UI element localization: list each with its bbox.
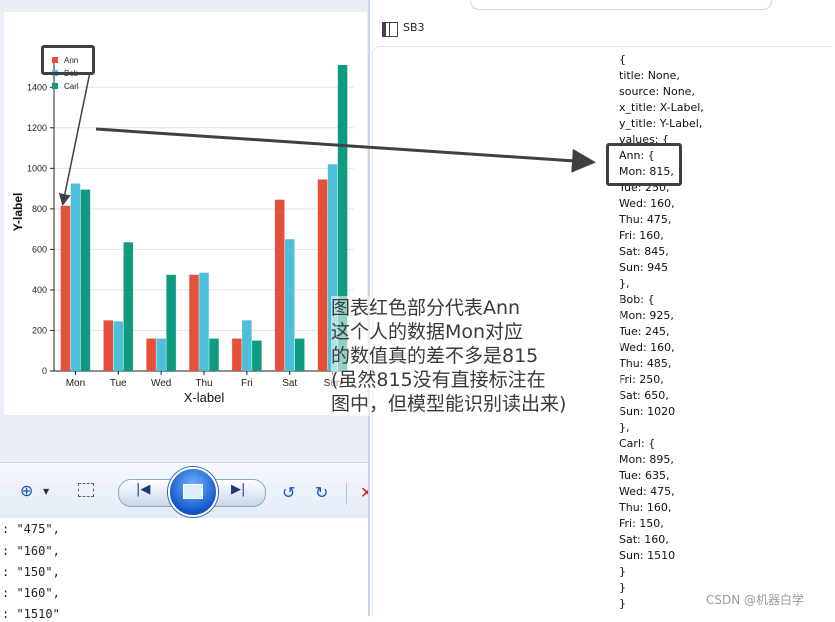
y-tick-label: 0 bbox=[42, 366, 47, 376]
y-tick-label: 800 bbox=[32, 204, 47, 214]
actual-size-icon[interactable] bbox=[78, 483, 94, 497]
editor-line: Bob: { bbox=[619, 293, 655, 306]
code-line: : "475", bbox=[2, 522, 60, 536]
editor-line: }, bbox=[619, 421, 630, 434]
x-tick-label: Tue bbox=[110, 378, 127, 389]
y-tick-label: 400 bbox=[32, 285, 47, 295]
bar-carl-sat bbox=[294, 338, 305, 371]
x-tick-label: Wed bbox=[151, 378, 171, 389]
previous-icon[interactable]: |◀ bbox=[136, 482, 150, 497]
editor-line: x_title: X-Label, bbox=[619, 101, 704, 114]
note-line: (虽然815没有直接标注在 bbox=[331, 369, 546, 391]
image-viewer-pane: 0 200 400 600 800 1000 1200 1400 Mon Tue Wed Thu Fri… bbox=[0, 0, 373, 621]
editor-line: Mon: 925, bbox=[619, 309, 674, 322]
rotate-counterclockwise-icon[interactable]: ↺ bbox=[282, 483, 295, 502]
editor-line: } bbox=[619, 565, 626, 578]
y-tick-label: 200 bbox=[32, 325, 47, 335]
next-icon[interactable]: ▶| bbox=[231, 482, 245, 497]
editor-line: Thu: 485, bbox=[619, 357, 672, 370]
editor-line: Fri: 160, bbox=[619, 229, 664, 242]
x-tick-label: Sat bbox=[282, 378, 297, 389]
bar-bob-sat bbox=[284, 239, 295, 371]
zoom-in-icon[interactable]: ⊕ bbox=[20, 481, 33, 500]
bar-ann-thu bbox=[189, 274, 199, 371]
bar-ann-mon bbox=[60, 205, 71, 371]
code-snippet: : "475", : "160", : "150", : "160", : "1… bbox=[0, 518, 368, 621]
bar-bob-wed bbox=[156, 338, 166, 371]
editor-line: Fri: 150, bbox=[619, 517, 664, 530]
editor-line: Wed: 160, bbox=[619, 341, 675, 354]
y-tick-label: 1200 bbox=[27, 123, 47, 133]
code-line: : "150", bbox=[2, 565, 60, 579]
note-line: 这个人的数据Mon对应 bbox=[331, 321, 524, 343]
editor-line: { bbox=[619, 53, 626, 66]
bar-bob-mon bbox=[70, 183, 81, 371]
rotate-clockwise-icon[interactable]: ↻ bbox=[315, 483, 328, 502]
editor-line: Wed: 475, bbox=[619, 485, 675, 498]
legend-swatch-carl bbox=[52, 83, 58, 89]
y-tick-label: 1000 bbox=[27, 163, 47, 173]
bar-carl-mon bbox=[80, 189, 91, 371]
legend-label-carl: Carl bbox=[64, 82, 79, 91]
slideshow-button[interactable] bbox=[168, 467, 218, 517]
annotation-note: 图表红色部分代表Ann 这个人的数据Mon对应 的数值真的差不多是815 (虽然… bbox=[331, 296, 621, 416]
editor-line: Thu: 160, bbox=[619, 501, 672, 514]
toolbar-separator bbox=[346, 483, 347, 505]
bar-ann-fri bbox=[232, 338, 242, 371]
mon-value-highlight-box bbox=[606, 143, 682, 186]
editor-line: Sat: 650, bbox=[619, 389, 669, 402]
note-line: 图表红色部分代表Ann bbox=[331, 297, 521, 319]
editor-line: Thu: 475, bbox=[619, 213, 672, 226]
x-tick-label: Mon bbox=[66, 378, 85, 389]
y-tick-label: 1400 bbox=[27, 82, 47, 92]
editor-line: }, bbox=[619, 277, 630, 290]
editor-line: Fri: 250, bbox=[619, 373, 664, 386]
code-line: : "1510" bbox=[2, 607, 60, 621]
note-line: 的数值真的差不多是815 bbox=[331, 345, 539, 367]
x-axis-label: X-label bbox=[184, 390, 225, 405]
bar-bob-fri bbox=[242, 320, 252, 371]
note-line: 图中，但模型能识别读出来) bbox=[331, 393, 567, 415]
bar-ann-wed bbox=[146, 338, 156, 371]
editor-line: } bbox=[619, 581, 626, 594]
y-tick-label: 600 bbox=[32, 244, 47, 254]
code-line: : "160", bbox=[2, 586, 60, 600]
chevron-down-icon[interactable]: ▼ bbox=[43, 487, 49, 496]
code-line: : "160", bbox=[2, 544, 60, 558]
editor-line: Sat: 845, bbox=[619, 245, 669, 258]
editor-line: Carl: { bbox=[619, 437, 656, 450]
address-bar[interactable] bbox=[470, 0, 772, 10]
legend-highlight-box bbox=[41, 45, 95, 75]
editor-line: } bbox=[619, 597, 626, 610]
editor-line: Sat: 160, bbox=[619, 533, 669, 546]
bar-ann-sun bbox=[317, 179, 328, 371]
editor-line: title: None, bbox=[619, 69, 680, 82]
bar-carl-tue bbox=[123, 242, 134, 371]
editor-line: Mon: 895, bbox=[619, 453, 674, 466]
editor-line: Tue: 635, bbox=[619, 469, 670, 482]
editor-line: source: None, bbox=[619, 85, 695, 98]
bar-carl-thu bbox=[209, 338, 219, 371]
editor-line: Sun: 1020 bbox=[619, 405, 676, 418]
x-tick-label: Fri bbox=[241, 378, 253, 389]
editor-line: y_title: Y-Label, bbox=[619, 117, 703, 130]
editor-line: Tue: 245, bbox=[619, 325, 670, 338]
slideshow-icon bbox=[183, 484, 203, 499]
notebook-icon bbox=[382, 22, 398, 37]
watermark: CSDN @机器白学 bbox=[706, 593, 805, 607]
editor-line: Sun: 945 bbox=[619, 261, 669, 274]
y-axis-label: Y-label bbox=[11, 193, 25, 232]
editor-line: Sun: 1510 bbox=[619, 549, 676, 562]
bar-bob-thu bbox=[199, 272, 209, 371]
bar-bob-tue bbox=[113, 321, 124, 371]
bar-carl-wed bbox=[166, 274, 176, 371]
file-name[interactable]: SB3 bbox=[403, 21, 425, 34]
bar-ann-tue bbox=[103, 320, 114, 371]
x-tick-label: Thu bbox=[195, 378, 212, 389]
bar-carl-fri bbox=[252, 340, 262, 371]
bar-ann-sat bbox=[274, 199, 285, 371]
editor-line: Wed: 160, bbox=[619, 197, 675, 210]
